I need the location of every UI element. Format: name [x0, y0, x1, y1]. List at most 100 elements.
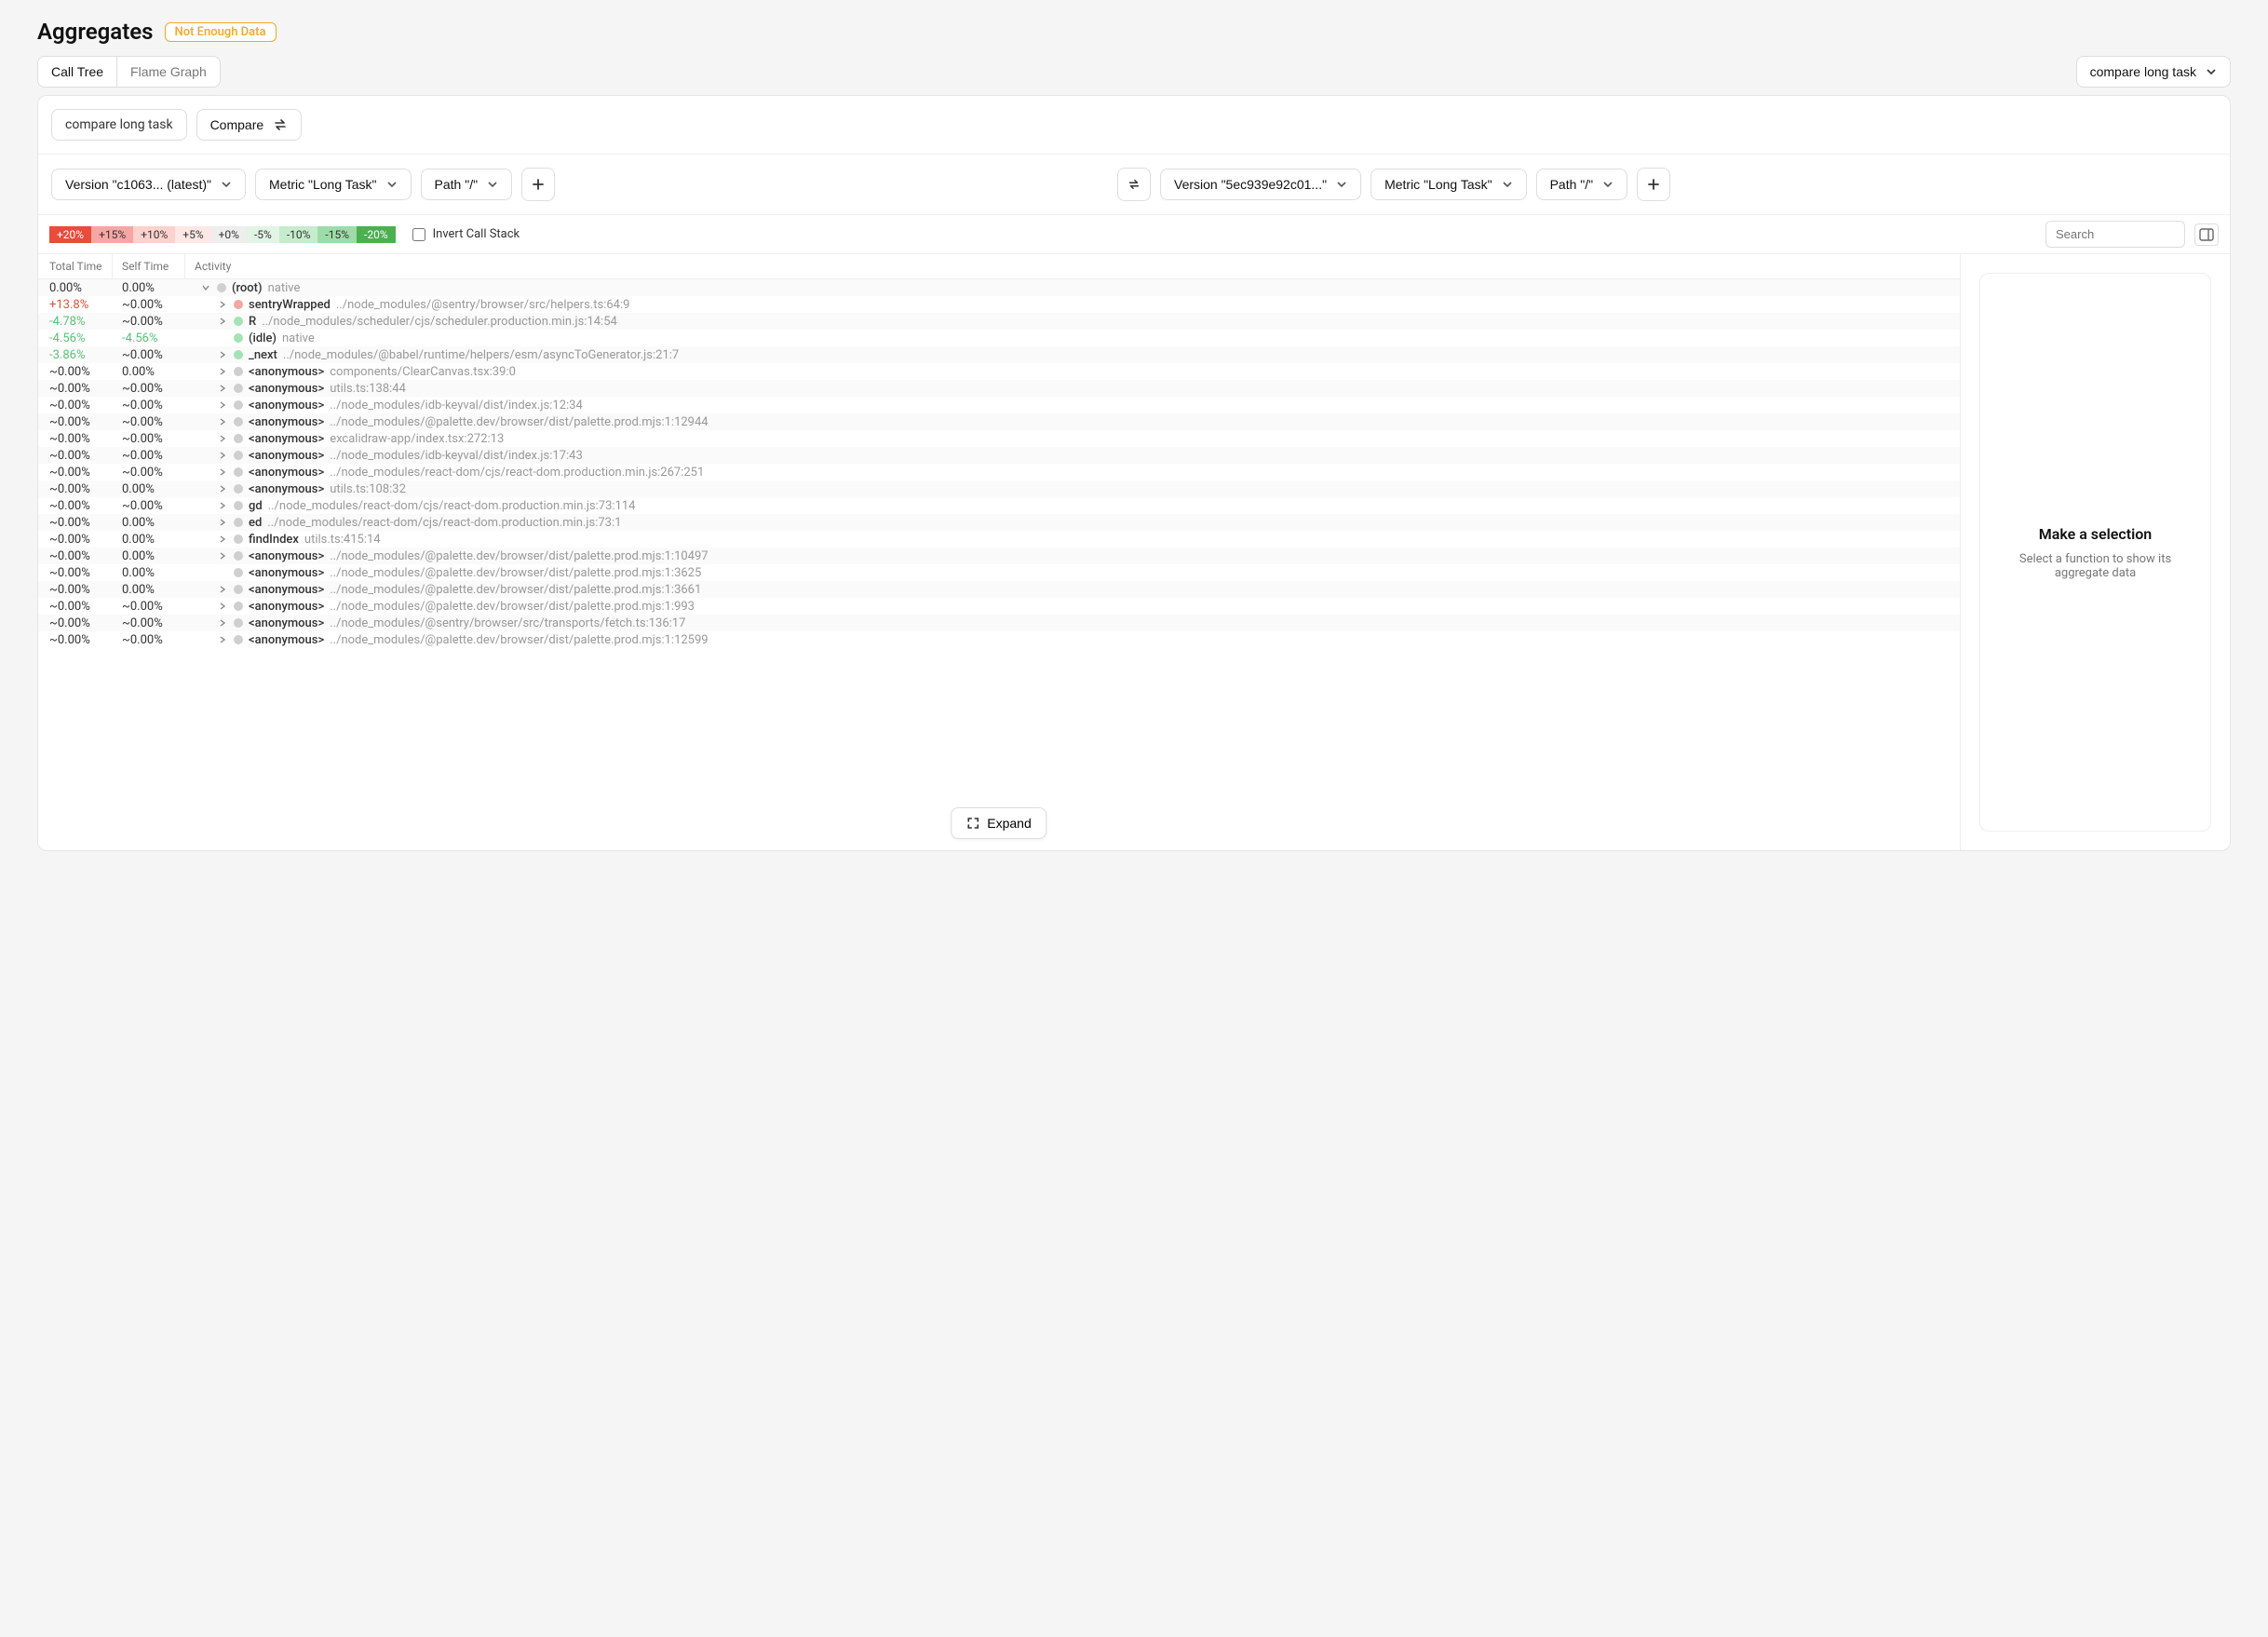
tree-row[interactable]: -4.56%-4.56%(idle)native: [38, 330, 1960, 346]
expander-icon[interactable]: [217, 501, 228, 510]
tree-row[interactable]: -4.78%~0.00%R../node_modules/scheduler/c…: [38, 313, 1960, 330]
total-time-cell: ~0.00%: [38, 482, 113, 496]
function-name: <anonymous>: [249, 365, 324, 379]
tree-row[interactable]: ~0.00%~0.00%<anonymous>../node_modules/@…: [38, 615, 1960, 631]
col-total-time[interactable]: Total Time: [38, 254, 113, 278]
tree-row[interactable]: ~0.00%0.00%<anonymous>components/ClearCa…: [38, 363, 1960, 380]
compare-button[interactable]: Compare: [196, 109, 303, 141]
expander-icon[interactable]: [217, 618, 228, 628]
severity-marker: [234, 568, 243, 577]
expander-icon[interactable]: [217, 635, 228, 644]
tree-row[interactable]: ~0.00%0.00%<anonymous>../node_modules/@p…: [38, 548, 1960, 564]
function-name: <anonymous>: [249, 466, 324, 480]
legend-badge: +0%: [211, 226, 247, 243]
tree-row[interactable]: ~0.00%0.00%findIndexutils.ts:415:14: [38, 531, 1960, 548]
expander-icon[interactable]: [217, 350, 228, 359]
function-name: <anonymous>: [249, 616, 324, 630]
search-input[interactable]: [2045, 221, 2185, 248]
expander-icon[interactable]: [217, 417, 228, 426]
source-path: ../node_modules/idb-keyval/dist/index.js…: [330, 449, 583, 463]
expander-icon[interactable]: [217, 300, 228, 309]
source-path: ../node_modules/idb-keyval/dist/index.js…: [330, 399, 583, 413]
expander-icon[interactable]: [217, 367, 228, 376]
source-path: utils.ts:138:44: [330, 382, 406, 396]
expander-icon[interactable]: [217, 317, 228, 326]
right-version-select[interactable]: Version "5ec939e92c01...": [1160, 169, 1361, 200]
legend-badge: -10%: [279, 226, 318, 243]
expander-icon[interactable]: [217, 534, 228, 544]
tree-row[interactable]: ~0.00%~0.00%<anonymous>../node_modules/i…: [38, 447, 1960, 464]
tree-row[interactable]: ~0.00%~0.00%<anonymous>../node_modules/@…: [38, 413, 1960, 430]
call-tree-area: Total Time Self Time Activity 0.00% 0.00%…: [38, 254, 1960, 850]
left-version-select[interactable]: Version "c1063... (latest)": [51, 169, 246, 200]
chevron-down-icon: [386, 179, 398, 190]
swap-sides-button[interactable]: [1117, 168, 1151, 201]
tree-row[interactable]: -3.86%~0.00%_next../node_modules/@babel/…: [38, 346, 1960, 363]
severity-marker: [234, 300, 243, 309]
tab-call-tree[interactable]: Call Tree: [38, 57, 117, 87]
tree-row[interactable]: 0.00%0.00%(root)native: [38, 279, 1960, 296]
self-time-cell: ~0.00%: [113, 466, 185, 480]
tree-row[interactable]: ~0.00%~0.00%gd../node_modules/react-dom/…: [38, 497, 1960, 514]
self-time-cell: 0.00%: [113, 583, 185, 597]
self-time-cell: ~0.00%: [113, 298, 185, 312]
total-time-cell: -3.86%: [38, 348, 113, 362]
expander-icon[interactable]: [200, 283, 211, 292]
invert-callstack[interactable]: Invert Call Stack: [412, 227, 520, 241]
function-name: ed: [249, 516, 262, 530]
tree-body: 0.00%0.00%(root)native+13.8%~0.00%sentry…: [38, 279, 1960, 648]
left-add-button[interactable]: [521, 168, 555, 201]
tree-row[interactable]: ~0.00%0.00%<anonymous>../node_modules/@p…: [38, 564, 1960, 581]
function-name: sentryWrapped: [249, 298, 331, 312]
total-time-cell: 0.00%: [38, 281, 113, 295]
tree-row[interactable]: +13.8%~0.00%sentryWrapped../node_modules…: [38, 296, 1960, 313]
right-metric-label: Metric "Long Task": [1384, 177, 1492, 192]
source-path: ../node_modules/@palette.dev/browser/dis…: [330, 549, 708, 563]
total-time-cell: -4.56%: [38, 331, 113, 345]
expander-icon[interactable]: [217, 602, 228, 611]
tree-row[interactable]: ~0.00%~0.00%<anonymous>../node_modules/r…: [38, 464, 1960, 480]
expander-icon[interactable]: [217, 585, 228, 594]
compare-name-field[interactable]: compare long task: [51, 109, 187, 141]
tree-row[interactable]: ~0.00%~0.00%<anonymous>../node_modules/@…: [38, 598, 1960, 615]
col-self-time[interactable]: Self Time: [113, 254, 185, 278]
expander-icon[interactable]: [217, 384, 228, 393]
left-path-select[interactable]: Path "/": [421, 169, 513, 200]
expander-icon[interactable]: [217, 518, 228, 527]
expander-icon[interactable]: [217, 467, 228, 477]
tree-row[interactable]: ~0.00%0.00%<anonymous>utils.ts:108:32: [38, 480, 1960, 497]
tree-row[interactable]: ~0.00%~0.00%<anonymous>../node_modules/i…: [38, 397, 1960, 413]
expand-button[interactable]: Expand: [951, 807, 1046, 839]
function-name: (root): [232, 281, 263, 295]
source-path: ../node_modules/react-dom/cjs/react-dom.…: [267, 516, 621, 530]
tree-row[interactable]: ~0.00%~0.00%<anonymous>excalidraw-app/in…: [38, 430, 1960, 447]
tree-row[interactable]: ~0.00%~0.00%<anonymous>../node_modules/@…: [38, 631, 1960, 648]
tab-flame-graph[interactable]: Flame Graph: [117, 57, 220, 87]
invert-checkbox[interactable]: [412, 228, 425, 241]
left-metric-select[interactable]: Metric "Long Task": [255, 169, 412, 200]
source-path: ../node_modules/@palette.dev/browser/dis…: [330, 566, 701, 580]
col-activity[interactable]: Activity: [185, 254, 1960, 278]
tree-row[interactable]: ~0.00%~0.00%<anonymous>utils.ts:138:44: [38, 380, 1960, 397]
right-metric-select[interactable]: Metric "Long Task": [1370, 169, 1527, 200]
severity-marker: [234, 501, 243, 510]
expand-label: Expand: [987, 816, 1031, 831]
tree-row[interactable]: ~0.00%0.00%<anonymous>../node_modules/@p…: [38, 581, 1960, 598]
expander-icon[interactable]: [217, 400, 228, 410]
function-name: <anonymous>: [249, 382, 324, 396]
left-metric-label: Metric "Long Task": [269, 177, 377, 192]
expander-icon[interactable]: [217, 484, 228, 494]
comparison-dropdown[interactable]: compare long task: [2076, 56, 2231, 88]
detail-subtitle: Select a function to show its aggregate …: [1993, 552, 2197, 580]
expander-icon[interactable]: [217, 551, 228, 561]
right-path-select[interactable]: Path "/": [1536, 169, 1628, 200]
right-add-button[interactable]: [1637, 168, 1670, 201]
tree-row[interactable]: ~0.00%0.00%ed../node_modules/react-dom/c…: [38, 514, 1960, 531]
toggle-sidepanel-button[interactable]: [2194, 223, 2219, 246]
severity-marker: [217, 283, 226, 292]
severity-marker: [234, 384, 243, 393]
expander-icon[interactable]: [217, 434, 228, 443]
expander-icon[interactable]: [217, 451, 228, 460]
severity-marker: [234, 467, 243, 477]
legend-badge: +15%: [91, 226, 133, 243]
